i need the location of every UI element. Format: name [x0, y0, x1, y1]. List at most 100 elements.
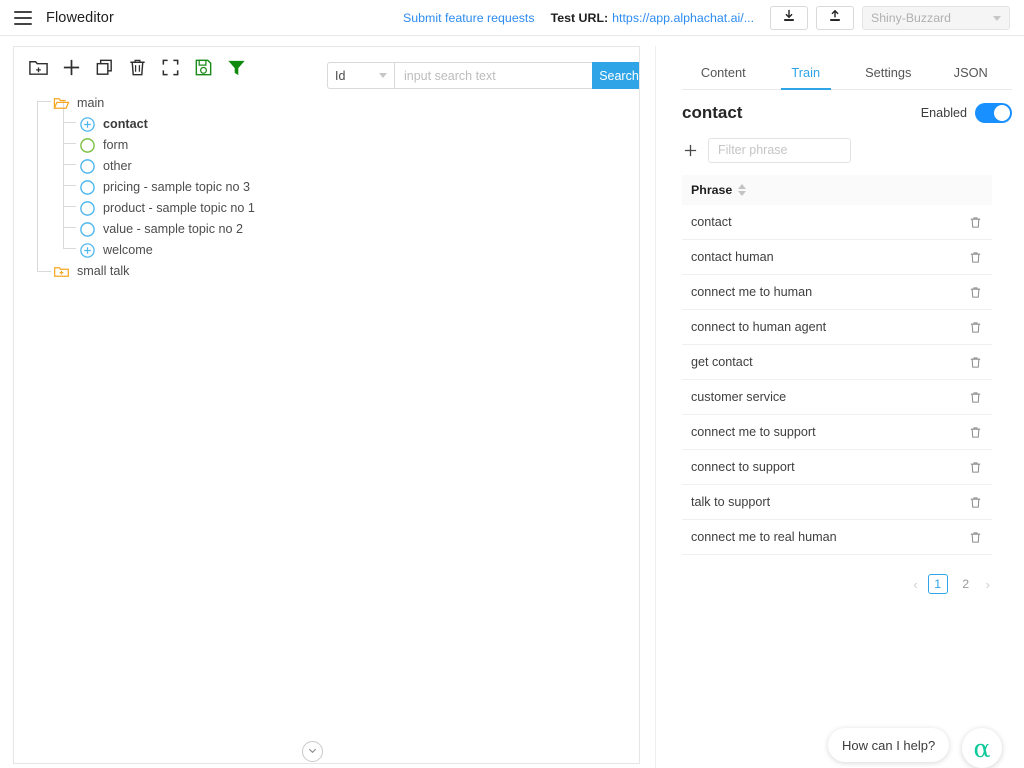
trash-icon[interactable]: [967, 529, 983, 545]
alpha-logo-icon: α: [973, 733, 991, 763]
tree-item-label: other: [103, 159, 132, 173]
add-phrase-button[interactable]: [682, 142, 698, 158]
add-folder-icon[interactable]: [22, 50, 55, 84]
table-row[interactable]: connect me to human: [682, 275, 992, 310]
trash-icon[interactable]: [967, 424, 983, 440]
toggle-knob: [994, 105, 1010, 121]
trash-icon[interactable]: [967, 249, 983, 265]
node-circle-blue-icon: [78, 199, 97, 218]
table-row[interactable]: talk to support: [682, 485, 992, 520]
topic-tree: main contact form other pricing - sample…: [14, 93, 639, 282]
sort-icon[interactable]: [738, 184, 747, 196]
tree-item-main[interactable]: main: [14, 93, 639, 114]
table-row[interactable]: connect to support: [682, 450, 992, 485]
filter-icon[interactable]: [220, 50, 253, 84]
trash-icon[interactable]: [967, 319, 983, 335]
pagination: ‹ 1 2 ›: [682, 570, 992, 598]
flow-tree-panel: Id Search main: [13, 46, 640, 764]
trash-icon[interactable]: [967, 284, 983, 300]
chevron-down-icon: [379, 73, 387, 78]
chat-prompt-bubble[interactable]: How can I help?: [828, 728, 950, 762]
save-icon[interactable]: [187, 50, 220, 84]
trash-icon[interactable]: [967, 459, 983, 475]
table-row[interactable]: contact human: [682, 240, 992, 275]
enabled-label: Enabled: [920, 106, 967, 120]
phrase-text: contact human: [691, 250, 774, 264]
hamburger-icon[interactable]: [14, 10, 32, 25]
enabled-toggle[interactable]: [975, 103, 1012, 123]
table-row[interactable]: connect me to support: [682, 415, 992, 450]
collapse-panel-button[interactable]: [302, 741, 323, 762]
tab-train[interactable]: Train: [765, 56, 848, 90]
tab-json[interactable]: JSON: [930, 56, 1013, 89]
header-links: Submit feature requests Test URL: https:…: [403, 0, 754, 36]
table-row[interactable]: get contact: [682, 345, 992, 380]
table-row[interactable]: customer service: [682, 380, 992, 415]
trash-icon[interactable]: [967, 354, 983, 370]
phrase-text: connect to human agent: [691, 320, 827, 334]
download-button[interactable]: [770, 6, 808, 30]
download-icon: [782, 9, 796, 28]
tree-item-other[interactable]: other: [14, 156, 639, 177]
tree-item-label: contact: [103, 117, 148, 131]
tree-item-label: value - sample topic no 2: [103, 222, 244, 236]
phrase-column-header[interactable]: Phrase: [682, 175, 992, 205]
page-title: contact: [682, 103, 743, 122]
tree-item-label: welcome: [103, 243, 153, 257]
phrase-text: talk to support: [691, 495, 771, 509]
node-circle-green-icon: [78, 136, 97, 155]
app-title: Floweditor: [46, 9, 114, 26]
test-url-label: Test URL:: [550, 11, 609, 25]
table-row[interactable]: connect to human agent: [682, 310, 992, 345]
tree-item-pricing[interactable]: pricing - sample topic no 3: [14, 177, 639, 198]
trash-icon[interactable]: [967, 389, 983, 405]
table-row[interactable]: connect me to real human: [682, 520, 992, 555]
bot-select[interactable]: Shiny-Buzzard: [862, 6, 1010, 30]
chevron-down-icon: [993, 15, 1001, 21]
tree-item-form[interactable]: form: [14, 135, 639, 156]
tree-item-small-talk[interactable]: small talk: [14, 261, 639, 282]
node-expand-plus-icon[interactable]: [78, 241, 97, 260]
tree-item-product[interactable]: product - sample topic no 1: [14, 198, 639, 219]
filter-phrase-input[interactable]: [708, 137, 851, 163]
tree-toolbar: Id Search: [14, 47, 639, 89]
phrase-text: customer service: [691, 390, 787, 404]
tree-item-contact[interactable]: contact: [14, 114, 639, 135]
copy-icon[interactable]: [88, 50, 121, 84]
phrase-text: connect to support: [691, 460, 795, 474]
bot-select-value: Shiny-Buzzard: [871, 11, 951, 25]
upload-icon: [828, 9, 842, 28]
node-expand-plus-icon[interactable]: [78, 115, 97, 134]
tab-settings[interactable]: Settings: [847, 56, 930, 89]
search-input[interactable]: [394, 62, 592, 89]
node-circle-blue-icon: [78, 157, 97, 176]
tab-content[interactable]: Content: [682, 56, 765, 89]
trash-icon[interactable]: [967, 494, 983, 510]
tree-item-label: form: [103, 138, 129, 152]
chevron-right-icon[interactable]: ›: [984, 577, 992, 592]
phrase-text: get contact: [691, 355, 753, 369]
detail-tabs: Content Train Settings JSON: [682, 56, 1012, 90]
search-button[interactable]: Search: [592, 62, 639, 89]
phrase-text: connect me to support: [691, 425, 816, 439]
topic-detail-panel: Content Train Settings JSON contact Enab…: [655, 46, 1024, 768]
topic-header: contact Enabled: [682, 98, 1012, 128]
table-row[interactable]: contact: [682, 205, 992, 240]
page-1-button[interactable]: 1: [927, 574, 948, 594]
trash-icon[interactable]: [967, 214, 983, 230]
fullscreen-icon[interactable]: [154, 50, 187, 84]
test-url-link[interactable]: https://app.alphachat.ai/...: [612, 11, 754, 25]
search-field-value: Id: [335, 68, 346, 83]
search-field-select[interactable]: Id: [327, 62, 394, 89]
page-2-button[interactable]: 2: [956, 574, 976, 594]
tree-item-welcome[interactable]: welcome: [14, 240, 639, 261]
add-icon[interactable]: [55, 50, 88, 84]
upload-button[interactable]: [816, 6, 854, 30]
chevron-left-icon[interactable]: ‹: [911, 577, 919, 592]
column-header-label: Phrase: [691, 183, 733, 197]
phrase-text: connect me to real human: [691, 530, 837, 544]
delete-icon[interactable]: [121, 50, 154, 84]
submit-feature-requests-link[interactable]: Submit feature requests: [403, 11, 535, 25]
tree-item-value[interactable]: value - sample topic no 2: [14, 219, 639, 240]
chat-launcher-button[interactable]: α: [962, 728, 1002, 768]
